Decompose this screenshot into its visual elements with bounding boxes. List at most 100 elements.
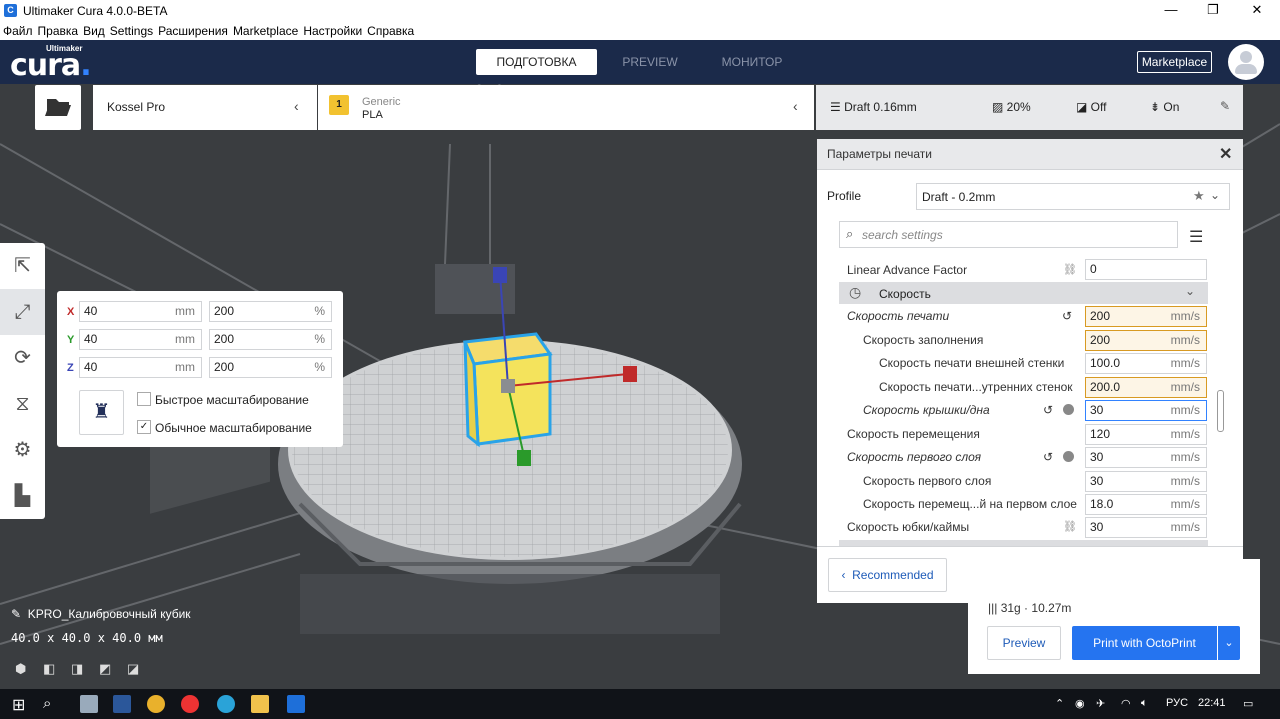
windows-start-icon[interactable]: ⊞ bbox=[12, 695, 30, 714]
profile-value: Draft - 0.2mm bbox=[922, 190, 996, 204]
menu-extensions[interactable]: Расширения bbox=[158, 24, 228, 38]
calculator-icon[interactable] bbox=[80, 695, 98, 713]
per-model-settings-icon[interactable]: ⚙ bbox=[0, 427, 45, 473]
account-avatar[interactable] bbox=[1228, 44, 1264, 80]
star-icon[interactable]: ★ bbox=[1193, 188, 1205, 204]
setting-input[interactable]: 120 mm/s bbox=[1085, 424, 1207, 445]
notifications-icon[interactable]: ▭ bbox=[1243, 697, 1253, 710]
menu-help[interactable]: Справка bbox=[367, 24, 414, 38]
speedometer-icon: ◷ bbox=[849, 284, 862, 300]
menu-edit[interactable]: Правка bbox=[38, 24, 79, 38]
view-front-icon[interactable]: ◧ bbox=[43, 661, 57, 676]
print-options-chevron-icon[interactable]: ⌄ bbox=[1218, 626, 1240, 660]
profile-summary: ☰ Draft 0.16mm bbox=[830, 100, 917, 114]
volume-icon[interactable]: 🔈︎ bbox=[1141, 697, 1148, 710]
setting-value: 200 bbox=[1090, 309, 1111, 323]
preview-button[interactable]: Preview bbox=[987, 626, 1061, 660]
uniform-scaling-checkbox[interactable]: ✓ bbox=[137, 420, 151, 434]
setting-input[interactable]: 30 mm/s bbox=[1085, 447, 1207, 468]
tray-network-icon[interactable]: ✈ bbox=[1096, 697, 1105, 710]
maximize-button[interactable]: ❐ bbox=[1190, 0, 1236, 21]
file-explorer-icon[interactable] bbox=[251, 695, 269, 713]
recommended-button[interactable]: ‹ Recommended bbox=[828, 558, 947, 592]
print-button[interactable]: Print with OctoPrint bbox=[1072, 626, 1217, 660]
printer-name: Kossel Pro bbox=[107, 100, 166, 114]
printer-selector[interactable]: Kossel Pro ‹ bbox=[93, 85, 317, 130]
view-3d-icon[interactable]: ⬢ bbox=[15, 661, 29, 676]
tray-status-icon[interactable]: ◉ bbox=[1075, 697, 1085, 710]
yandex-browser-icon[interactable] bbox=[181, 695, 199, 713]
marketplace-button[interactable]: Marketplace bbox=[1137, 51, 1212, 73]
scale-z-pct-input[interactable]: 200% bbox=[209, 357, 332, 378]
panel-divider bbox=[817, 546, 1243, 547]
wifi-icon[interactable]: ◠ bbox=[1121, 697, 1131, 710]
view-left-icon[interactable]: ◩ bbox=[99, 661, 113, 676]
cura-taskbar-icon[interactable] bbox=[287, 695, 305, 713]
snap-scaling-label: Быстрое масштабирование bbox=[155, 393, 309, 407]
menu-preferences[interactable]: Настройки bbox=[303, 24, 362, 38]
setting-input[interactable]: 30 mm/s bbox=[1085, 400, 1207, 421]
extruder-badge: 1 bbox=[329, 95, 349, 115]
telegram-icon[interactable] bbox=[217, 695, 235, 713]
menu-view[interactable]: Вид bbox=[83, 24, 105, 38]
setting-label: Скорость первого слоя bbox=[863, 474, 992, 488]
setting-input[interactable]: 200 mm/s bbox=[1085, 330, 1207, 351]
search-icon[interactable]: ⌕ bbox=[43, 695, 61, 713]
rotate-tool-icon[interactable]: ⟳ bbox=[0, 335, 45, 381]
category-speed[interactable]: ◷ Скорость ⌄ bbox=[839, 282, 1208, 304]
setting-value: 120 bbox=[1090, 427, 1111, 441]
scale-z-mm-input[interactable]: 40 mm bbox=[79, 357, 202, 378]
menu-settings[interactable]: Settings bbox=[110, 24, 153, 38]
support-blocker-icon[interactable]: ▙ bbox=[0, 473, 45, 519]
reset-icon[interactable]: ↺ bbox=[1043, 403, 1053, 417]
language-indicator[interactable]: РУС bbox=[1166, 697, 1188, 709]
save-app-icon[interactable] bbox=[113, 695, 131, 713]
close-window-button[interactable]: ✕ bbox=[1234, 0, 1280, 21]
minimize-button[interactable]: — bbox=[1148, 0, 1194, 21]
scale-y-mm-input[interactable]: 40 mm bbox=[79, 329, 202, 350]
clock[interactable]: 22:41 bbox=[1198, 697, 1226, 709]
reset-icon[interactable]: ↺ bbox=[1043, 450, 1053, 464]
stage-preview-tab[interactable]: PREVIEW bbox=[600, 49, 700, 75]
mirror-tool-icon[interactable]: ⧖ bbox=[0, 381, 45, 427]
setting-input[interactable]: 18.0 mm/s bbox=[1085, 494, 1207, 515]
setting-input[interactable]: 0 bbox=[1085, 259, 1207, 280]
search-placeholder: search settings bbox=[862, 228, 943, 242]
reset-icon[interactable]: ↺ bbox=[1062, 309, 1072, 323]
material-selector[interactable]: 1 Generic PLA ‹ bbox=[318, 85, 814, 130]
open-file-button[interactable] bbox=[35, 85, 81, 130]
chevron-left-icon: ‹ bbox=[294, 98, 299, 114]
snap-scaling-checkbox[interactable] bbox=[137, 392, 151, 406]
setting-input[interactable]: 200.0 mm/s bbox=[1085, 377, 1207, 398]
settings-scrollbar[interactable] bbox=[1217, 390, 1224, 432]
view-right-icon[interactable]: ◪ bbox=[127, 661, 141, 676]
scale-tool-icon[interactable]: ⤢ bbox=[0, 289, 45, 335]
profile-dropdown[interactable]: Draft - 0.2mm ★ ⌄ bbox=[916, 183, 1230, 210]
setting-input[interactable]: 30 mm/s bbox=[1085, 517, 1207, 538]
scale-x-pct-input[interactable]: 200% bbox=[209, 301, 332, 322]
setting-value: 30 bbox=[1090, 520, 1104, 534]
tray-chevron-icon[interactable]: ⌃ bbox=[1055, 697, 1064, 710]
stage-monitor-tab[interactable]: МОНИТОР bbox=[700, 49, 804, 75]
chrome-icon[interactable] bbox=[147, 695, 165, 713]
lay-flat-icon[interactable]: ♜ bbox=[79, 390, 124, 435]
scale-y-pct-value: 200 bbox=[214, 332, 235, 346]
adhesion-summary: ⇟ On bbox=[1150, 100, 1180, 114]
print-setup-selector[interactable]: ☰ Draft 0.16mm ▨ 20% ◪ Off ⇟ On ✎ bbox=[816, 85, 1243, 130]
menu-file[interactable]: Файл bbox=[3, 24, 33, 38]
scale-y-pct-input[interactable]: 200% bbox=[209, 329, 332, 350]
menu-marketplace[interactable]: Marketplace bbox=[233, 24, 298, 38]
stage-prepare-tab[interactable]: ПОДГОТОВКА bbox=[476, 49, 597, 75]
setting-input[interactable]: 30 mm/s bbox=[1085, 471, 1207, 492]
setting-label: Скорость печати внешней стенки bbox=[879, 356, 1065, 370]
setting-value: 0 bbox=[1090, 262, 1097, 276]
move-tool-icon[interactable]: ⇱ bbox=[0, 243, 45, 289]
setting-input[interactable]: 200 mm/s bbox=[1085, 306, 1207, 327]
scale-x-mm-input[interactable]: 40 mm bbox=[79, 301, 202, 322]
close-icon[interactable]: ✕ bbox=[1219, 144, 1232, 164]
hamburger-menu-icon[interactable]: ☰ bbox=[1189, 227, 1203, 247]
view-top-icon[interactable]: ◨ bbox=[71, 661, 85, 676]
pencil-icon[interactable]: ✎ bbox=[11, 607, 21, 621]
setting-input[interactable]: 100.0 mm/s bbox=[1085, 353, 1207, 374]
cura-logo: cura. bbox=[10, 48, 92, 83]
